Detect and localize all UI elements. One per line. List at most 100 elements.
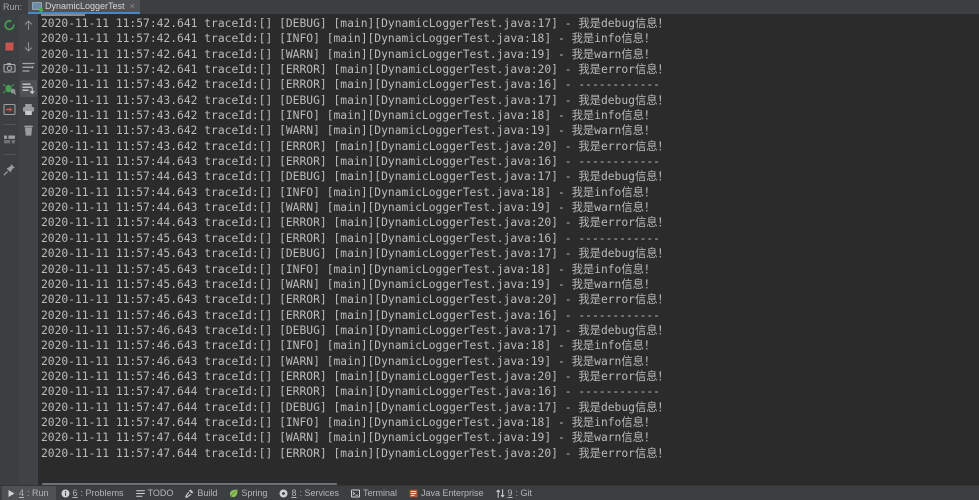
log-source-location[interactable]: [main][DynamicLoggerTest.java:18] (327, 109, 551, 122)
log-source-location[interactable]: [main][DynamicLoggerTest.java:18] (327, 186, 551, 199)
stop-button[interactable] (1, 38, 18, 55)
console-log-line: 2020-11-11 11:57:45.643 traceId:[] [DEBU… (41, 247, 669, 261)
status-git[interactable]: 9: Git (491, 486, 540, 500)
console-log-line: 2020-11-11 11:57:42.641 traceId:[] [ERRO… (41, 63, 669, 77)
toolbar-divider-2 (3, 154, 16, 155)
console-log-line: 2020-11-11 11:57:46.643 traceId:[] [ERRO… (41, 308, 660, 322)
log-source-location[interactable]: [main][DynamicLoggerTest.java:19] (327, 278, 551, 291)
log-traceid: traceId:[] (204, 308, 273, 322)
console-log-line: 2020-11-11 11:57:44.643 traceId:[] [ERRO… (41, 216, 669, 230)
log-message: 我是warn信息！ (571, 354, 656, 368)
tab-dynamicloggertest[interactable]: DynamicLoggerTest × (28, 0, 140, 14)
log-message: 我是error信息！ (578, 293, 669, 307)
leaf-icon (229, 489, 238, 498)
log-source-location[interactable]: [main][DynamicLoggerTest.java:16] (334, 232, 558, 245)
status-java-enterprise[interactable]: Java Enterprise (404, 486, 491, 500)
status-problems[interactable]: 6: Problems (56, 486, 131, 500)
log-source-location[interactable]: [main][DynamicLoggerTest.java:18] (327, 416, 551, 429)
toolbar-divider (3, 124, 16, 125)
run-tab-bar: Run: DynamicLoggerTest × (0, 0, 979, 14)
log-source-location[interactable]: [main][DynamicLoggerTest.java:18] (327, 339, 551, 352)
log-source-location[interactable]: [main][DynamicLoggerTest.java:16] (334, 385, 558, 398)
log-timestamp: 2020-11-11 11:57:47.644 (41, 400, 198, 414)
log-source-location[interactable]: [main][DynamicLoggerTest.java:20] (334, 216, 558, 229)
scroll-to-end-button[interactable] (20, 80, 37, 97)
log-source-location[interactable]: [main][DynamicLoggerTest.java:19] (327, 355, 551, 368)
console-output-panel[interactable]: 2020-11-11 11:57:42.641 traceId:[] [DEBU… (38, 14, 979, 492)
log-source-location[interactable]: [main][DynamicLoggerTest.java:17] (334, 17, 558, 30)
log-source-location[interactable]: [main][DynamicLoggerTest.java:19] (327, 431, 551, 444)
console-log-line: 2020-11-11 11:57:43.642 traceId:[] [ERRO… (41, 78, 660, 92)
rerun-button[interactable] (1, 17, 18, 34)
console-actions-toolbar (19, 14, 38, 492)
restore-layout-button[interactable] (1, 101, 18, 118)
log-message: 我是warn信息！ (571, 431, 656, 445)
log-level: WARN (285, 277, 314, 291)
ide-run-tool-window: Run: DynamicLoggerTest × 2020-11-11 11:5… (0, 0, 979, 500)
log-traceid: traceId:[] (204, 369, 273, 383)
log-message: 我是info信息！ (571, 32, 656, 46)
print-button[interactable] (20, 101, 37, 118)
log-timestamp: 2020-11-11 11:57:44.643 (41, 170, 198, 184)
log-timestamp: 2020-11-11 11:57:45.643 (41, 262, 198, 276)
log-source-location[interactable]: [main][DynamicLoggerTest.java:18] (327, 32, 551, 45)
log-source-location[interactable]: [main][DynamicLoggerTest.java:17] (334, 170, 558, 183)
log-source-location[interactable]: [main][DynamicLoggerTest.java:19] (327, 124, 551, 137)
log-message: ------------ (578, 155, 660, 169)
log-timestamp: 2020-11-11 11:57:45.643 (41, 247, 198, 261)
settings-button[interactable] (1, 131, 18, 148)
log-source-location[interactable]: [main][DynamicLoggerTest.java:20] (334, 63, 558, 76)
log-timestamp: 2020-11-11 11:57:44.643 (41, 216, 198, 230)
status-label: : Problems (80, 488, 124, 498)
log-timestamp: 2020-11-11 11:57:42.641 (41, 32, 198, 46)
log-source-location[interactable]: [main][DynamicLoggerTest.java:17] (334, 324, 558, 337)
console-log-line: 2020-11-11 11:57:44.643 traceId:[] [WARN… (41, 201, 656, 215)
status-terminal[interactable]: Terminal (346, 486, 404, 500)
log-timestamp: 2020-11-11 11:57:43.642 (41, 124, 198, 138)
play-icon (7, 489, 16, 498)
log-traceid: traceId:[] (204, 415, 273, 429)
log-source-location[interactable]: [main][DynamicLoggerTest.java:16] (334, 155, 558, 168)
console-log-line: 2020-11-11 11:57:46.643 traceId:[] [WARN… (41, 354, 656, 368)
log-source-location[interactable]: [main][DynamicLoggerTest.java:16] (334, 78, 558, 91)
status-build[interactable]: Build (180, 486, 224, 500)
console-log-line: 2020-11-11 11:57:45.643 traceId:[] [ERRO… (41, 231, 660, 245)
log-timestamp: 2020-11-11 11:57:45.643 (41, 231, 198, 245)
down-arrow-button[interactable] (20, 38, 37, 55)
console-log-line: 2020-11-11 11:57:45.643 traceId:[] [WARN… (41, 277, 656, 291)
log-source-location[interactable]: [main][DynamicLoggerTest.java:17] (334, 94, 558, 107)
log-timestamp: 2020-11-11 11:57:46.643 (41, 323, 198, 337)
log-source-location[interactable]: [main][DynamicLoggerTest.java:17] (334, 401, 558, 414)
log-message: ------------ (578, 385, 660, 399)
log-source-location[interactable]: [main][DynamicLoggerTest.java:20] (334, 370, 558, 383)
log-level: ERROR (285, 369, 320, 383)
log-level: DEBUG (285, 170, 320, 184)
log-level: ERROR (285, 308, 320, 322)
log-source-location[interactable]: [main][DynamicLoggerTest.java:16] (334, 309, 558, 322)
thread-dump-button[interactable] (1, 80, 18, 97)
status-run[interactable]: 4: Run (2, 486, 56, 500)
screenshot-button[interactable] (1, 59, 18, 76)
log-source-location[interactable]: [main][DynamicLoggerTest.java:20] (334, 293, 558, 306)
clear-all-button[interactable] (20, 122, 37, 139)
log-timestamp: 2020-11-11 11:57:46.643 (41, 339, 198, 353)
status-todo[interactable]: TODO (131, 486, 181, 500)
status-label: : Git (515, 488, 533, 498)
log-source-location[interactable]: [main][DynamicLoggerTest.java:19] (327, 48, 551, 61)
log-source-location[interactable]: [main][DynamicLoggerTest.java:18] (327, 263, 551, 276)
pin-tab-button[interactable] (1, 161, 18, 178)
log-source-location[interactable]: [main][DynamicLoggerTest.java:19] (327, 201, 551, 214)
status-label: Java Enterprise (420, 488, 484, 498)
soft-wrap-button[interactable] (20, 59, 37, 76)
console-log-line: 2020-11-11 11:57:47.644 traceId:[] [ERRO… (41, 446, 669, 460)
log-source-location[interactable]: [main][DynamicLoggerTest.java:20] (334, 140, 558, 153)
up-arrow-button[interactable] (20, 17, 37, 34)
status-services[interactable]: 8: Services (274, 486, 346, 500)
status-spring[interactable]: Spring (224, 486, 274, 500)
log-traceid: traceId:[] (204, 185, 273, 199)
run-config-icon (32, 1, 44, 12)
log-source-location[interactable]: [main][DynamicLoggerTest.java:17] (334, 247, 558, 260)
log-source-location[interactable]: [main][DynamicLoggerTest.java:20] (334, 447, 558, 460)
log-timestamp: 2020-11-11 11:57:46.643 (41, 369, 198, 383)
close-icon[interactable]: × (128, 1, 135, 11)
